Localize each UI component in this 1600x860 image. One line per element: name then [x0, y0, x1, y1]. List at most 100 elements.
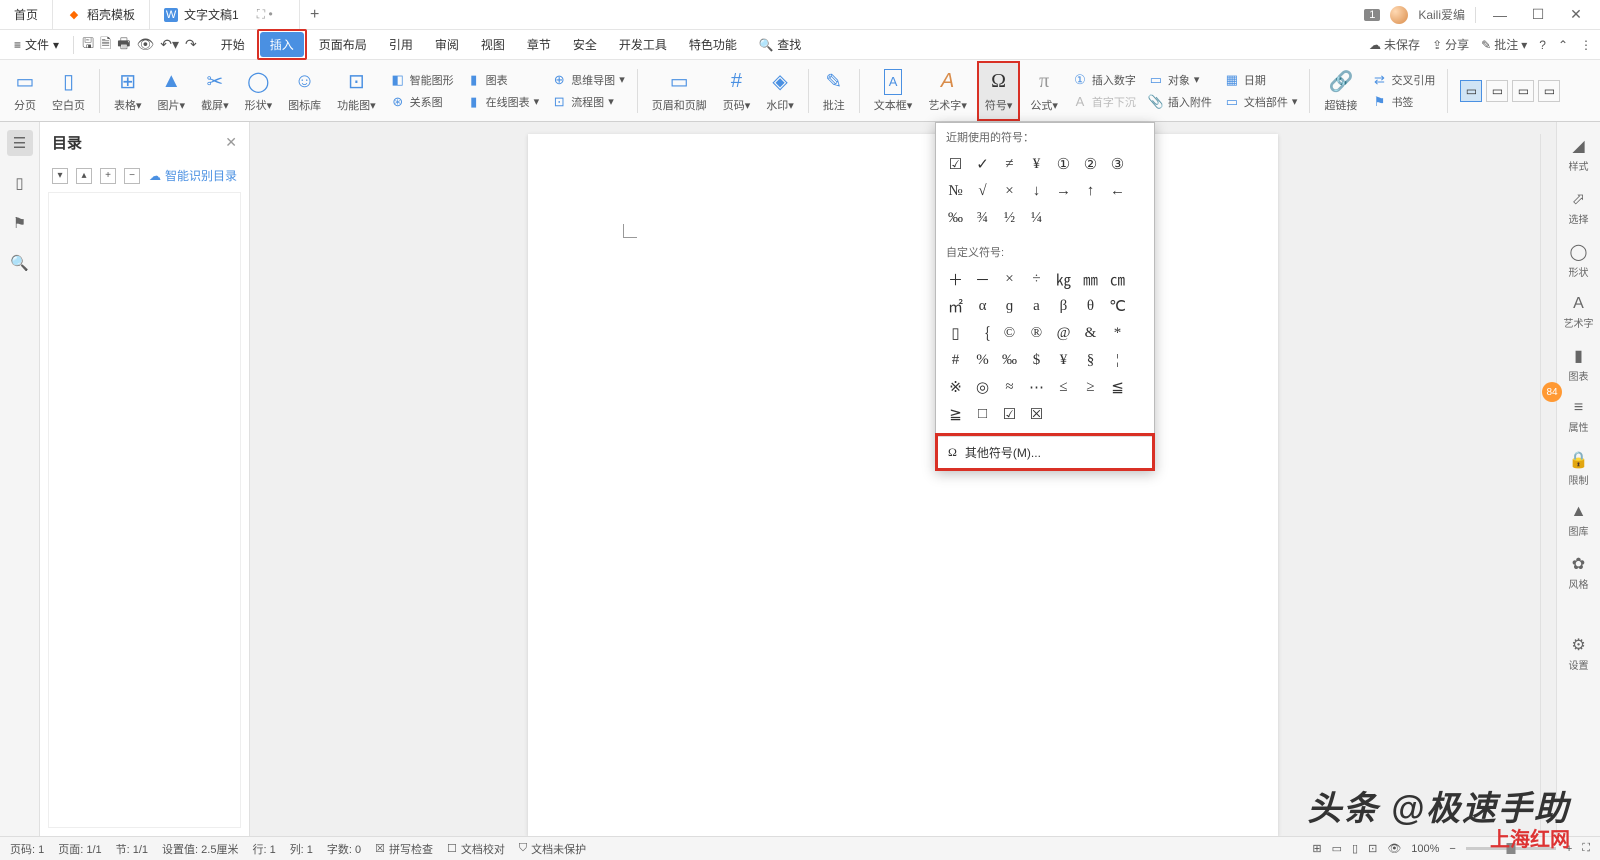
relation-diagram-button[interactable]: ⊛关系图	[386, 92, 458, 112]
symbol-cell[interactable]: →	[1050, 178, 1077, 205]
symbol-cell[interactable]: ≦	[1104, 374, 1131, 401]
avatar[interactable]	[1390, 6, 1408, 24]
view-outline-icon[interactable]: ⊞	[1312, 842, 1321, 855]
collapse-ribbon-icon[interactable]: ⌃	[1558, 38, 1568, 52]
symbol-cell[interactable]: ≧	[942, 401, 969, 428]
rb-style2[interactable]: ✿风格	[1567, 550, 1591, 595]
page-icon[interactable]: ▯	[7, 170, 33, 196]
symbol-cell[interactable]: ‰	[942, 205, 969, 232]
blank-page-button[interactable]: ▯空白页	[46, 63, 91, 119]
screenshot-button[interactable]: ✂截屏▾	[195, 63, 235, 119]
symbol-cell[interactable]: ㎜	[1077, 266, 1104, 293]
symbol-cell[interactable]: ×	[996, 266, 1023, 293]
textbox-button[interactable]: A文本框▾	[868, 63, 919, 119]
page[interactable]	[528, 134, 1278, 836]
symbol-cell[interactable]: －	[969, 266, 996, 293]
symbol-cell[interactable]: $	[1023, 347, 1050, 374]
tab-section[interactable]: 章节	[517, 32, 561, 57]
status-col[interactable]: 列: 1	[290, 841, 313, 857]
symbol-cell[interactable]: ½	[996, 205, 1023, 232]
symbol-cell[interactable]: ＋	[942, 266, 969, 293]
status-chars[interactable]: 字数: 0	[327, 841, 361, 857]
more-symbols-button[interactable]: Ω 其他符号(M)...	[938, 436, 1152, 468]
symbol-cell[interactable]: ※	[942, 374, 969, 401]
redo-icon[interactable]: ↷	[185, 36, 197, 53]
symbol-cell[interactable]: ☑	[942, 151, 969, 178]
rb-gallery[interactable]: ▲图库	[1567, 499, 1591, 542]
file-menu[interactable]: ≡文件▾	[8, 34, 65, 55]
symbol-cell[interactable]: %	[969, 347, 996, 374]
view-mode-4[interactable]: ▭	[1538, 80, 1560, 102]
zoom-slider[interactable]	[1466, 847, 1556, 850]
insert-number-button[interactable]: ①插入数字	[1068, 70, 1140, 90]
vertical-scrollbar[interactable]	[1540, 134, 1554, 830]
rb-select[interactable]: ⬀选择	[1567, 185, 1591, 230]
view-read-icon[interactable]: ⊡	[1368, 842, 1377, 855]
object-button[interactable]: ▭对象▾	[1144, 70, 1216, 90]
close-button[interactable]: ✕	[1562, 6, 1590, 23]
tab-document[interactable]: W文字文稿1 ⛶ •	[150, 0, 300, 29]
nav-expand-icon[interactable]: ▾	[52, 168, 68, 184]
comment-button[interactable]: ✎批注	[817, 63, 851, 119]
symbol-cell[interactable]: №	[942, 178, 969, 205]
zoom-out-button[interactable]: −	[1449, 843, 1455, 855]
symbol-cell[interactable]: β	[1050, 293, 1077, 320]
print-icon[interactable]: 🖶	[117, 33, 130, 57]
tab-home[interactable]: 首页	[0, 0, 53, 29]
search-nav-icon[interactable]: 🔍	[7, 250, 33, 276]
rb-shape[interactable]: ◯形状	[1567, 238, 1591, 283]
attachment-button[interactable]: 📎插入附件	[1144, 92, 1216, 112]
view-print-icon[interactable]: ▯	[1352, 842, 1358, 855]
status-line[interactable]: 行: 1	[252, 841, 275, 857]
save-icon[interactable]: 🖫	[82, 33, 94, 57]
date-button[interactable]: ▦日期	[1220, 70, 1302, 90]
tab-insert[interactable]: 插入	[260, 32, 304, 57]
tab-review[interactable]: 审阅	[425, 32, 469, 57]
symbol-cell[interactable]: ©	[996, 320, 1023, 347]
more-icon[interactable]: ⋮	[1580, 38, 1592, 52]
symbol-cell[interactable]: ¾	[969, 205, 996, 232]
status-page-no[interactable]: 页码: 1	[10, 841, 44, 857]
symbol-cell[interactable]: ≈	[996, 374, 1023, 401]
rb-style[interactable]: ◢样式	[1567, 132, 1591, 177]
status-page[interactable]: 页面: 1/1	[58, 841, 101, 857]
shapes-button[interactable]: ◯形状▾	[239, 63, 279, 119]
symbol-cell[interactable]: ㎡	[942, 293, 969, 320]
rb-settings[interactable]: ⚙设置	[1567, 631, 1591, 676]
outline-icon[interactable]: ☰	[7, 130, 33, 156]
symbol-cell[interactable]: ɡ	[996, 293, 1023, 320]
symbol-cell[interactable]: §	[1077, 347, 1104, 374]
status-section[interactable]: 节: 1/1	[116, 841, 148, 857]
tab-security[interactable]: 安全	[563, 32, 607, 57]
tab-start[interactable]: 开始	[211, 32, 255, 57]
view-mode-2[interactable]: ▭	[1486, 80, 1508, 102]
symbol-cell[interactable]: ㎝	[1104, 266, 1131, 293]
symbol-cell[interactable]: ‰	[996, 347, 1023, 374]
mindmap-button[interactable]: ⊕思维导图▾	[547, 70, 629, 90]
symbol-cell[interactable]: &	[1077, 320, 1104, 347]
view-mode-3[interactable]: ▭	[1512, 80, 1534, 102]
score-badge[interactable]: 84	[1542, 382, 1562, 402]
symbol-cell[interactable]: *	[1104, 320, 1131, 347]
nav-collapse-icon[interactable]: ▴	[76, 168, 92, 184]
print-preview-icon[interactable]: 👁	[136, 36, 154, 53]
unsaved-button[interactable]: ☁未保存	[1369, 36, 1420, 53]
tab-view[interactable]: 视图	[471, 32, 515, 57]
symbol-cell[interactable]: ③	[1104, 151, 1131, 178]
symbol-cell[interactable]: ②	[1077, 151, 1104, 178]
symbol-cell[interactable]: ℃	[1104, 293, 1131, 320]
save-as-icon[interactable]: 🗎	[100, 33, 111, 57]
smart-toc-button[interactable]: ☁智能识别目录	[149, 167, 237, 184]
search-button[interactable]: 🔍 查找	[749, 32, 811, 57]
symbol-cell[interactable]: θ	[1077, 293, 1104, 320]
tab-page-layout[interactable]: 页面布局	[309, 32, 377, 57]
username[interactable]: Kaili爱编	[1418, 6, 1465, 23]
symbol-cell[interactable]: ≠	[996, 151, 1023, 178]
symbol-cell[interactable]: ◎	[969, 374, 996, 401]
status-setting[interactable]: 设置值: 2.5厘米	[162, 841, 238, 857]
view-focus-icon[interactable]: 👁	[1387, 842, 1401, 855]
symbol-cell[interactable]: ☒	[1023, 401, 1050, 428]
symbol-cell[interactable]: ⋯	[1023, 374, 1050, 401]
symbol-cell[interactable]: ¼	[1023, 205, 1050, 232]
help-icon[interactable]: ?	[1539, 38, 1546, 52]
